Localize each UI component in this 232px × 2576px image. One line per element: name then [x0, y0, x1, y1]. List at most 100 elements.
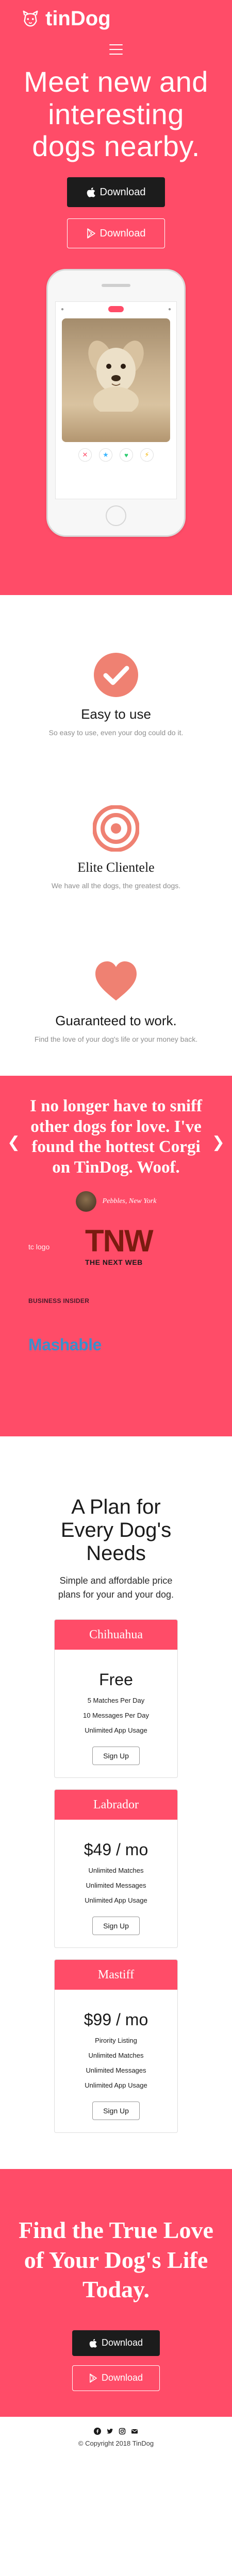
- testimonial-quote: I no longer have to sniff other dogs for…: [30, 1097, 202, 1177]
- apple-icon: [89, 2338, 97, 2348]
- plan-price: $49 / mo: [84, 1840, 148, 1859]
- tnw-logo-sub: THE NEXT WEB: [85, 1258, 143, 1267]
- hero-heading: Meet new and interesting dogs nearby.: [24, 65, 208, 163]
- check-circle-icon: [94, 653, 138, 697]
- google-play-icon: [87, 228, 95, 239]
- navbar: tinDog: [14, 0, 218, 57]
- heart-icon: [95, 961, 137, 1001]
- pricing-section: A Plan for Every Dog's Needs Simple and …: [0, 1436, 232, 2169]
- press-row: tc logo TNW THE NEXT WEB: [28, 1224, 204, 1267]
- plan-feature: Unlimited Messages: [86, 1882, 146, 1890]
- carousel-prev-icon[interactable]: ❮: [7, 1133, 20, 1151]
- plan-feature: 5 Matches Per Day: [87, 1697, 145, 1705]
- app-top-bar: ● ●: [56, 302, 176, 316]
- plan-feature: Unlimited App Usage: [85, 2081, 147, 2090]
- plan-body: Free 5 Matches Per Day 10 Messages Per D…: [55, 1650, 177, 1777]
- cta-heading: Find the True Love of Your Dog's Life To…: [19, 2217, 213, 2303]
- feature-text: We have all the dogs, the greatest dogs.: [51, 882, 181, 890]
- google-play-icon: [90, 2374, 97, 2383]
- plan-price: Free: [99, 1670, 133, 1689]
- testimonial-author: Pebbles, New York: [28, 1191, 204, 1212]
- dog-profile-card: [62, 318, 170, 443]
- apple-icon: [87, 188, 95, 197]
- sign-up-button[interactable]: Sign Up: [92, 2102, 140, 2121]
- brand-logo[interactable]: tinDog: [21, 7, 111, 30]
- feature-text: So easy to use, even your dog could do i…: [48, 728, 184, 737]
- dog-logo-icon: [23, 10, 38, 26]
- plan-feature: Unlimited App Usage: [85, 1896, 147, 1905]
- business-insider-logo: BUSINESS INSIDER: [28, 1297, 90, 1305]
- google-play-download-button[interactable]: Download: [72, 2365, 160, 2391]
- sign-up-button[interactable]: Sign Up: [92, 1917, 140, 1936]
- plan-feature: Pirority Listing: [95, 2037, 137, 2045]
- plan-card-mastiff: Mastiff $99 / mo Pirority Listing Unlimi…: [54, 1959, 178, 2133]
- star-icon[interactable]: ★: [99, 448, 112, 462]
- social-icons: [0, 2427, 232, 2435]
- plan-price: $99 / mo: [84, 2010, 148, 2029]
- bolt-icon[interactable]: ⚡: [140, 448, 154, 462]
- footer: © Copyright 2018 TinDog: [0, 2417, 232, 2459]
- apple-download-button[interactable]: Download: [67, 177, 165, 208]
- sign-up-button[interactable]: Sign Up: [92, 1747, 140, 1766]
- press-logos: tc logo TNW THE NEXT WEB BUSINESS INSIDE…: [28, 1224, 204, 1413]
- app-logo-pill: [108, 306, 124, 313]
- feature-title: Guaranteed to work.: [55, 1013, 177, 1028]
- facebook-icon[interactable]: [93, 2427, 102, 2435]
- tnw-logo-mark: TNW: [85, 1224, 154, 1259]
- plan-feature: 10 Messages Per Day: [83, 1711, 149, 1720]
- plan-name: Labrador: [55, 1790, 177, 1820]
- hero-section: tinDog Meet new and interesting dogs nea…: [0, 0, 232, 595]
- google-play-download-button[interactable]: Download: [67, 218, 165, 249]
- close-icon[interactable]: ✕: [78, 448, 92, 462]
- phone-screen: ● ● ✕ ★ ♥ ⚡: [55, 301, 177, 500]
- features-section: Easy to use So easy to use, even your do…: [0, 595, 232, 1076]
- plan-body: $49 / mo Unlimited Matches Unlimited Mes…: [55, 1820, 177, 1947]
- plan-name: Mastiff: [55, 1960, 177, 1990]
- pricing-heading: A Plan for Every Dog's Needs: [60, 1496, 172, 1565]
- carousel-next-icon[interactable]: ❯: [212, 1133, 225, 1151]
- phone-speaker: [102, 284, 130, 287]
- app-chat-icon: ●: [168, 306, 171, 312]
- menu-bar: [109, 49, 123, 50]
- feature-title: Easy to use: [81, 706, 151, 722]
- google-play-download-label: Download: [100, 227, 146, 239]
- instagram-icon[interactable]: [118, 2427, 126, 2435]
- phone-mockup-wrap: ● ● ✕ ★ ♥ ⚡: [14, 269, 218, 537]
- brand-name: tinDog: [45, 7, 111, 30]
- feature-elite-clientele: Elite Clientele We have all the dogs, th…: [0, 769, 232, 922]
- apple-download-label: Download: [101, 2337, 143, 2348]
- mashable-logo: Mashable: [28, 1335, 102, 1354]
- plan-feature: Unlimited App Usage: [85, 1726, 147, 1735]
- plan-body: $99 / mo Pirority Listing Unlimited Matc…: [55, 1990, 177, 2132]
- pricing-subheading: Simple and affordable price plans for yo…: [58, 1575, 174, 1600]
- author-avatar: [75, 1191, 96, 1212]
- plan-card-labrador: Labrador $49 / mo Unlimited Matches Unli…: [54, 1789, 178, 1948]
- plan-feature: Unlimited Matches: [88, 2052, 144, 2060]
- google-play-download-label: Download: [101, 2372, 143, 2383]
- email-icon[interactable]: [130, 2427, 139, 2435]
- cta-section: Find the True Love of Your Dog's Life To…: [0, 2169, 232, 2417]
- menu-toggle-button[interactable]: [109, 44, 123, 55]
- swipe-actions: ✕ ★ ♥ ⚡: [56, 448, 176, 462]
- hero-download-buttons: Download Download: [14, 177, 218, 249]
- techcrunch-logo: tc logo: [28, 1243, 50, 1251]
- plan-card-chihuahua: Chihuahua Free 5 Matches Per Day 10 Mess…: [54, 1619, 178, 1778]
- tnw-logo: TNW THE NEXT WEB: [85, 1224, 154, 1267]
- apple-download-button[interactable]: Download: [72, 2330, 160, 2356]
- twitter-icon[interactable]: [106, 2427, 114, 2435]
- pricing-plans: Chihuahua Free 5 Matches Per Day 10 Mess…: [0, 1619, 232, 2133]
- feature-guaranteed: Guaranteed to work. Find the love of you…: [0, 922, 232, 1076]
- menu-bar: [109, 54, 123, 55]
- app-profile-icon: ●: [61, 306, 64, 312]
- dog-photo: [88, 340, 144, 412]
- plan-feature: Unlimited Messages: [86, 2066, 146, 2075]
- testimonials-section: ❮ ❯ I no longer have to sniff other dogs…: [0, 1076, 232, 1436]
- menu-bar: [109, 44, 123, 45]
- iphone-mockup: ● ● ✕ ★ ♥ ⚡: [46, 269, 186, 537]
- cta-download-buttons: Download Download: [15, 2330, 217, 2391]
- bullseye-icon: [93, 805, 139, 852]
- heart-icon[interactable]: ♥: [120, 448, 133, 462]
- phone-home-button: [106, 505, 126, 527]
- feature-text: Find the love of your dog's life or your…: [34, 1035, 198, 1043]
- feature-easy-to-use: Easy to use So easy to use, even your do…: [0, 616, 232, 769]
